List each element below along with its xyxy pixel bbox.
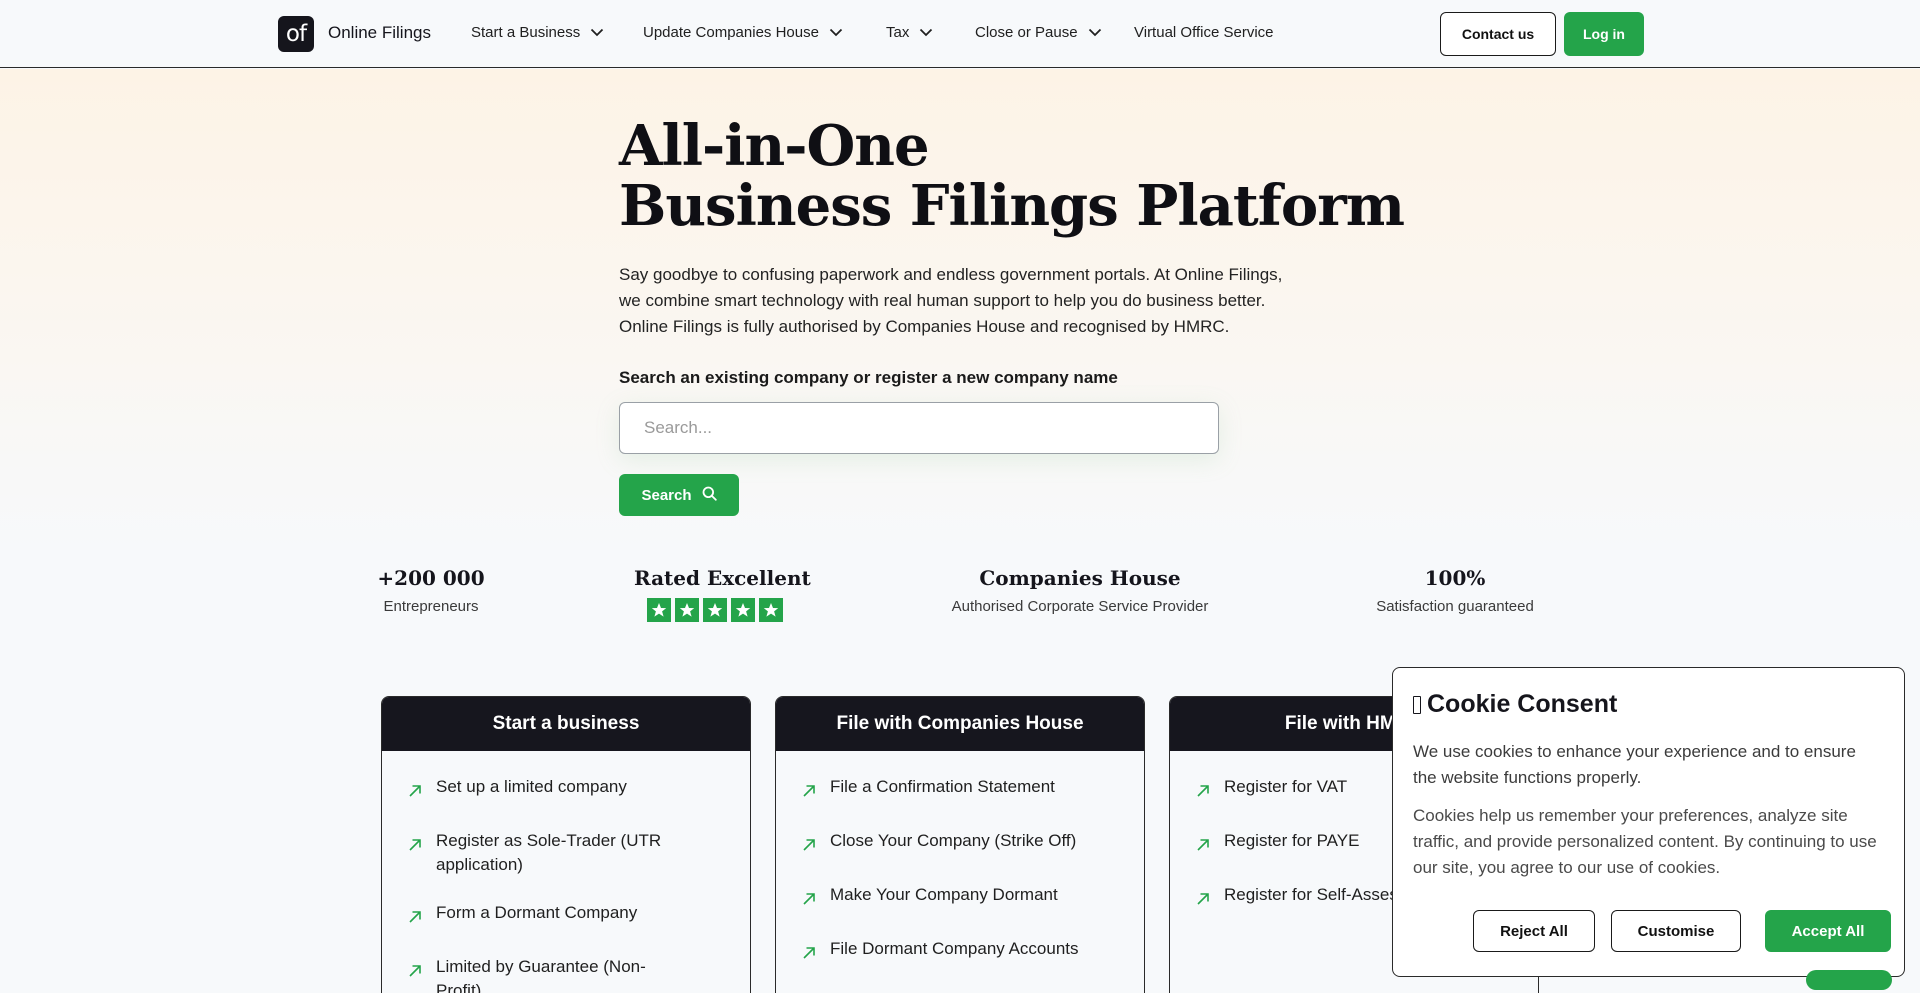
floating-chat-button[interactable] [1806,970,1892,990]
stat-label: Entrepreneurs [383,598,479,615]
customise-button[interactable]: Customise [1611,910,1741,952]
cookie-title: Cookie Consent [1413,690,1884,719]
card-link[interactable]: Form a Dormant Company [408,901,750,931]
hero-title-line: Business Filings Platform [619,173,1405,239]
card-link-label: Form a Dormant Company [436,903,638,922]
stat-value: 100% [1424,566,1486,590]
hero-title: All-in-One Business Filings Platform [619,113,1405,239]
arrow-up-right-icon [408,907,422,931]
stat-entrepreneurs: +200 000 Entrepreneurs [376,566,486,615]
star-icon [759,598,783,622]
stat-value: Companies House [979,566,1181,590]
nav-start-business[interactable]: Start a Business [471,24,604,41]
arrow-up-right-icon [1196,889,1210,913]
card-link-label: Close Your Company (Strike Off) [830,831,1077,850]
card-title: File with Companies House [776,697,1144,751]
arrow-up-right-icon [802,943,816,967]
search-label: Search an existing company or register a… [619,368,1118,387]
stat-rating: Rated Excellent [634,566,811,622]
nav-label: Virtual Office Service [1134,24,1274,41]
card-link[interactable]: Register as Sole-Trader (UTR application… [408,829,750,877]
arrow-up-right-icon [408,781,422,805]
card-link[interactable]: Make Your Company Dormant [802,883,1144,913]
reject-all-button[interactable]: Reject All [1473,910,1595,952]
contact-button[interactable]: Contact us [1440,12,1556,56]
nav-label: Tax [886,24,910,41]
search-input[interactable] [619,402,1219,454]
card-link-label: Make Your Company Dormant [830,885,1058,904]
arrow-up-right-icon [802,781,816,805]
star-icon [675,598,699,622]
nav-virtual-office[interactable]: Virtual Office Service [1134,24,1274,41]
stat-value: Rated Excellent [634,566,811,590]
card-link[interactable]: File Dormant Company Accounts [802,937,1144,967]
stat-satisfaction: 100% Satisfaction guaranteed [1360,566,1550,615]
hero-text-line: Say goodbye to confusing paperwork and e… [619,265,1283,284]
accept-all-button[interactable]: Accept All [1765,910,1891,952]
card-link-label: File Dormant Company Accounts [830,939,1079,958]
nav-label: Close or Pause [975,24,1078,41]
stat-value: +200 000 [377,566,485,590]
card-link[interactable]: Limited by Guarantee (Non-Profit) [408,955,750,993]
arrow-up-right-icon [1196,781,1210,805]
arrow-up-right-icon [408,835,422,859]
cookie-actions: Reject All Customise Accept All [1473,910,1891,952]
card-link-label: Register as Sole-Trader (UTR application… [436,831,662,874]
cookie-title-text: Cookie Consent [1427,690,1618,718]
search-icon [702,486,717,505]
arrow-up-right-icon [802,835,816,859]
hero-title-line: All-in-One [619,113,930,179]
nav-label: Start a Business [471,24,581,41]
stat-label: Authorised Corporate Service Provider [951,598,1209,615]
card-companies-house: File with Companies House File a Confirm… [775,696,1145,993]
arrow-up-right-icon [408,961,422,985]
nav-close-or-pause[interactable]: Close or Pause [975,24,1102,41]
cookie-consent-dialog: Cookie Consent We use cookies to enhance… [1392,667,1905,977]
card-link[interactable]: Set up a limited company [408,775,750,805]
nav-label: Update Companies House [643,24,819,41]
card-title: Start a business [382,697,750,751]
arrow-up-right-icon [1196,835,1210,859]
search-button[interactable]: Search [619,474,739,516]
nav-update-companies-house[interactable]: Update Companies House [643,24,843,41]
card-link-label: Limited by Guarantee (Non-Profit) [436,957,646,993]
card-link[interactable]: Close Your Company (Strike Off) [802,829,1144,859]
stat-label: Satisfaction guaranteed [1376,598,1534,615]
arrow-up-right-icon [802,889,816,913]
chevron-down-icon [919,28,933,37]
star-icon [647,598,671,622]
star-icon [703,598,727,622]
chevron-down-icon [590,28,604,37]
rating-stars [634,598,796,622]
cookie-text: We use cookies to enhance your experienc… [1413,742,1856,787]
cookie-icon [1413,695,1421,714]
chevron-down-icon [829,28,843,37]
logo-icon[interactable]: of [278,16,314,52]
card-start-business: Start a business Set up a limited compan… [381,696,751,993]
chevron-down-icon [1088,28,1102,37]
card-link[interactable]: File a Confirmation Statement [802,775,1144,805]
hero-text-line: we combine smart technology with real hu… [619,291,1266,310]
brand-name[interactable]: Online Filings [328,23,431,43]
login-button[interactable]: Log in [1564,12,1644,56]
card-link-list: Set up a limited company Register as Sol… [382,751,750,993]
star-icon [731,598,755,622]
search-button-label: Search [641,486,692,504]
card-link-label: Set up a limited company [436,777,627,796]
hero-description: Say goodbye to confusing paperwork and e… [619,262,1299,340]
card-link-label: File a Confirmation Statement [830,777,1055,796]
stat-companies-house: Companies House Authorised Corporate Ser… [930,566,1230,615]
hero-text-line: Online Filings is fully authorised by Co… [619,317,1230,336]
nav-tax[interactable]: Tax [886,24,933,41]
cookie-text: Cookies help us remember your preference… [1413,806,1877,877]
site-header: of Online Filings Start a Business Updat… [0,0,1920,68]
card-link-list: File a Confirmation Statement Close Your… [776,751,1144,967]
